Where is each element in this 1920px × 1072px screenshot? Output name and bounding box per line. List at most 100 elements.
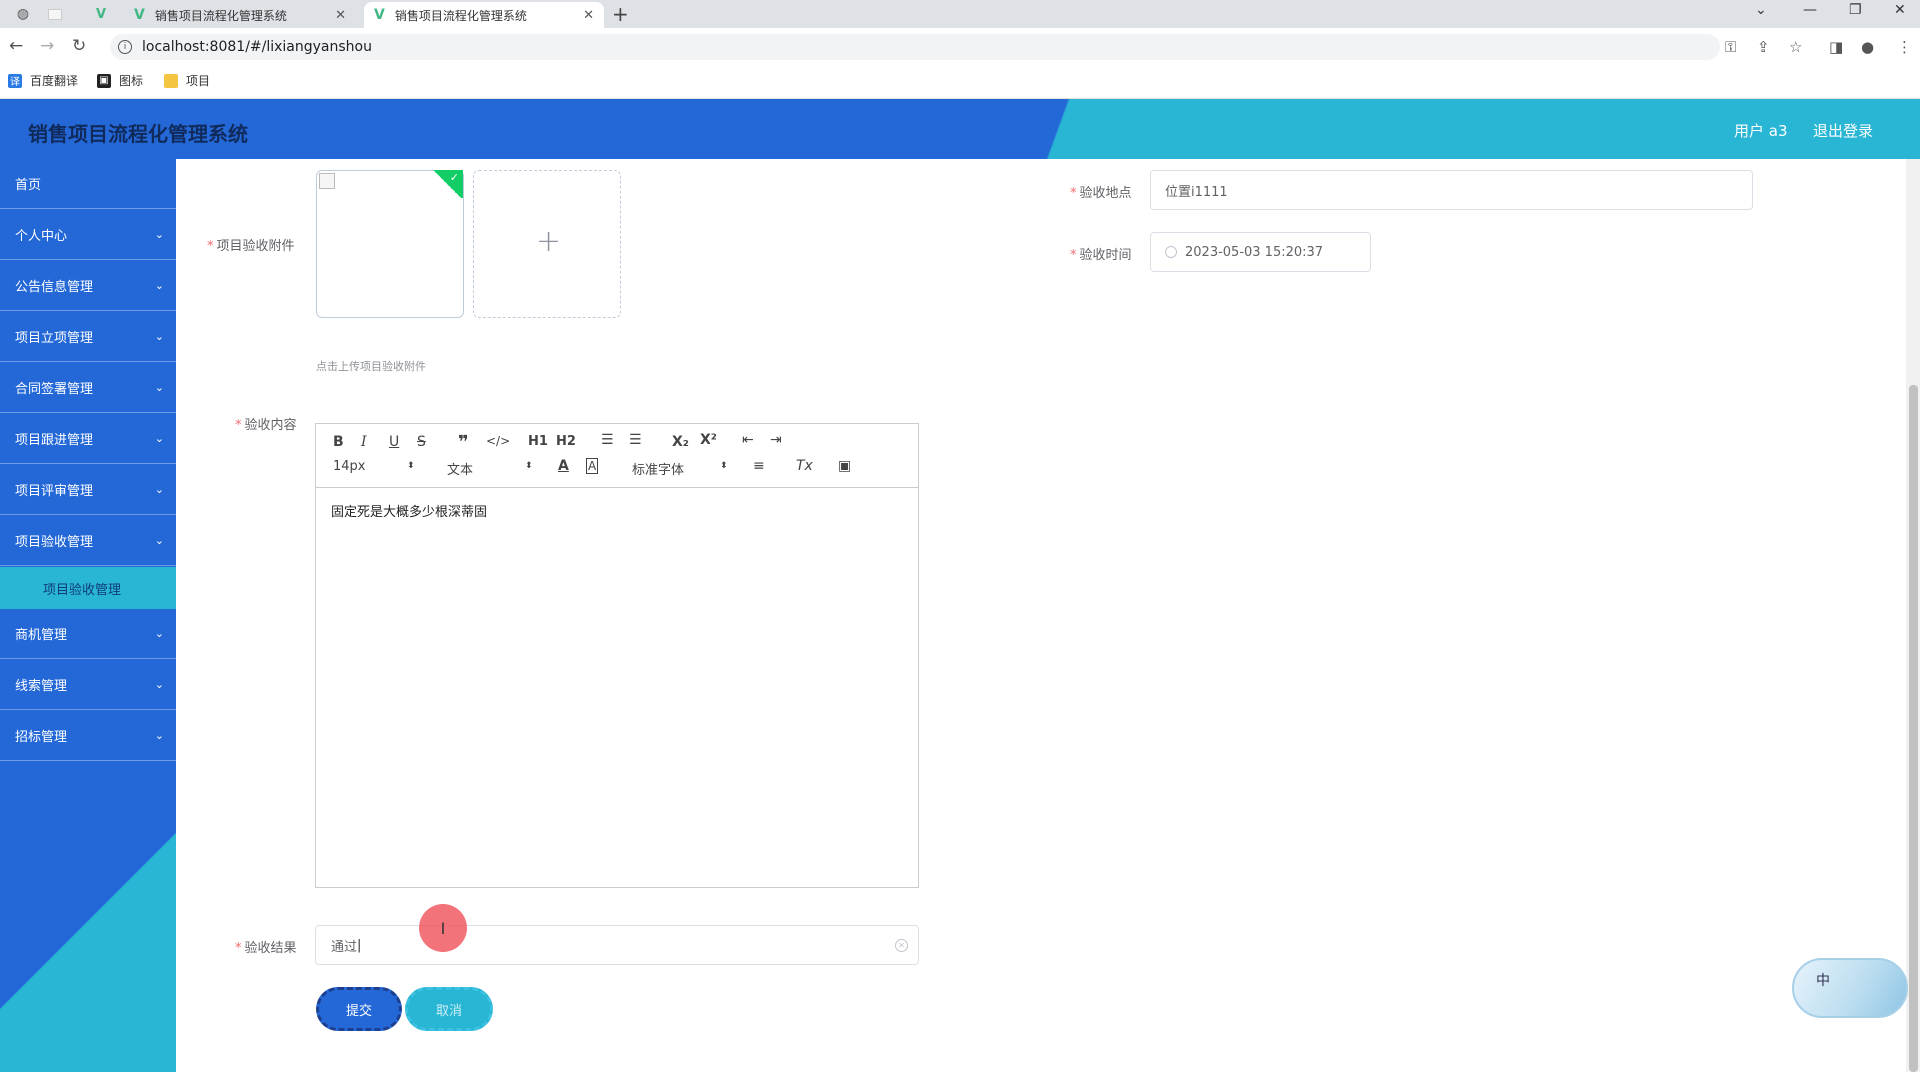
- result-input[interactable]: 通过 | ✕: [315, 925, 919, 965]
- image-insert-icon[interactable]: ▣: [838, 458, 851, 474]
- sidebar-item-opportunities[interactable]: 商机管理 ⌄: [0, 609, 176, 659]
- superscript-icon[interactable]: X²: [700, 432, 717, 448]
- ime-widget[interactable]: 中: [1792, 958, 1908, 1018]
- attachment-label-text: 项目验收附件: [216, 239, 295, 254]
- profile-icon[interactable]: ●: [1861, 38, 1874, 56]
- pinned-tab-globe[interactable]: ◍: [10, 2, 36, 26]
- indent-icon[interactable]: ⇥: [770, 432, 782, 448]
- background-color-icon[interactable]: A: [586, 458, 599, 474]
- forward-icon[interactable]: →: [40, 36, 54, 56]
- editor-content[interactable]: 固定死是大概多少根深蒂固: [331, 501, 487, 520]
- url-bar[interactable]: i localhost:8081/#/lixiangyanshou: [110, 34, 1720, 60]
- bold-icon[interactable]: B: [333, 434, 344, 450]
- restore-icon[interactable]: ❐: [1849, 2, 1862, 18]
- bookmark-project[interactable]: 项目: [164, 72, 210, 89]
- location-value: 位置i1111: [1165, 184, 1228, 200]
- heading-1-icon[interactable]: H1: [528, 434, 548, 449]
- bullet-list-icon[interactable]: ☰: [629, 432, 642, 448]
- text-cursor-icon: I: [440, 918, 446, 938]
- menu-icon[interactable]: ⋮: [1897, 38, 1912, 56]
- text-format-select[interactable]: 文本 ⬍: [447, 459, 533, 478]
- scrollbar-thumb[interactable]: [1909, 385, 1918, 1072]
- chevron-down-icon: ⌄: [154, 678, 164, 691]
- text-format-value: 文本: [447, 463, 474, 478]
- chevron-down-icon: ⌄: [154, 534, 164, 547]
- sidebar-subitem-acceptance[interactable]: 项目验收管理: [0, 567, 176, 609]
- sidebar-item-project-setup[interactable]: 项目立项管理 ⌄: [0, 312, 176, 362]
- chevron-down-icon: ⌄: [154, 330, 164, 343]
- clear-format-icon[interactable]: Tx: [796, 458, 813, 474]
- bookmark-baidu-translate[interactable]: 译 百度翻译: [8, 72, 78, 89]
- code-block-icon[interactable]: </>: [486, 434, 510, 448]
- location-input[interactable]: 位置i1111: [1150, 170, 1753, 210]
- broken-image-icon: [319, 173, 335, 189]
- close-icon[interactable]: ✕: [335, 8, 346, 23]
- underline-icon[interactable]: U: [389, 434, 399, 450]
- font-size-select[interactable]: 14px ⬍: [333, 459, 419, 474]
- check-icon: ✓: [449, 171, 459, 184]
- italic-icon[interactable]: I: [361, 434, 367, 450]
- chevron-down-icon: ⌄: [154, 627, 164, 640]
- sidebar-item-home[interactable]: 首页: [0, 159, 176, 209]
- rich-text-editor[interactable]: B I U S ❞ </> H1 H2 ☰ ☰ X₂ X² ⇤ ⇥ 14px ⬍ …: [315, 423, 919, 888]
- sidebar-item-followup[interactable]: 项目跟进管理 ⌄: [0, 414, 176, 464]
- tab-title: 销售项目流程化管理系统: [394, 8, 527, 23]
- sidebar-item-bidding[interactable]: 招标管理 ⌄: [0, 711, 176, 761]
- star-icon[interactable]: ☆: [1789, 38, 1802, 56]
- sidebar-item-acceptance[interactable]: 项目验收管理 ⌄: [0, 516, 176, 566]
- share-icon[interactable]: ⇪: [1757, 38, 1770, 56]
- logout-link[interactable]: 退出登录: [1813, 120, 1873, 141]
- location-label: * 验收地点: [1070, 182, 1132, 201]
- sidebar-item-contracts[interactable]: 合同签署管理 ⌄: [0, 363, 176, 413]
- sidebar-item-label: 公告信息管理: [15, 280, 94, 295]
- result-label: * 验收结果: [235, 937, 297, 956]
- tab-title: 销售项目流程化管理系统: [154, 8, 287, 23]
- font-family-select[interactable]: 标准字体 ⬍: [632, 459, 728, 478]
- sidebar-item-leads[interactable]: 线索管理 ⌄: [0, 660, 176, 710]
- close-icon[interactable]: ✕: [583, 8, 594, 23]
- clear-icon[interactable]: ✕: [895, 939, 908, 952]
- info-icon[interactable]: i: [118, 40, 132, 54]
- back-icon[interactable]: ←: [9, 36, 23, 56]
- vue-logo-icon: V: [374, 7, 385, 23]
- strikethrough-icon[interactable]: S: [417, 434, 426, 450]
- minimize-icon[interactable]: —: [1803, 2, 1817, 18]
- bookmarks-bar: [0, 66, 1920, 99]
- chevron-down-icon: ⌄: [154, 381, 164, 394]
- align-icon[interactable]: ≡: [753, 458, 765, 474]
- cancel-button[interactable]: 取消: [405, 987, 493, 1031]
- datetime-picker[interactable]: 2023-05-03 15:20:37: [1150, 232, 1371, 272]
- sidebar-item-notices[interactable]: 公告信息管理 ⌄: [0, 261, 176, 311]
- submit-button[interactable]: 提交: [316, 987, 402, 1031]
- bookmark-icons[interactable]: ▣ 图标: [97, 72, 143, 89]
- ordered-list-icon[interactable]: ☰: [601, 432, 614, 448]
- tab-search-icon[interactable]: ⌄: [1755, 2, 1767, 18]
- sidebar-item-personal-center[interactable]: 个人中心 ⌄: [0, 210, 176, 260]
- sidebar-item-label: 招标管理: [15, 730, 68, 745]
- reload-icon[interactable]: ↻: [72, 36, 86, 56]
- sidebar-item-review[interactable]: 项目评审管理 ⌄: [0, 465, 176, 515]
- blockquote-icon[interactable]: ❞: [458, 432, 469, 453]
- new-tab-button[interactable]: +: [612, 2, 629, 26]
- font-color-icon[interactable]: A: [558, 458, 569, 474]
- side-panel-icon[interactable]: ◨: [1829, 38, 1843, 56]
- chevron-down-icon: ⌄: [154, 228, 164, 241]
- subscript-icon[interactable]: X₂: [672, 434, 689, 450]
- sidebar-item-label: 项目验收管理: [15, 535, 94, 550]
- chevron-down-icon: ⌄: [154, 432, 164, 445]
- pinned-tab-blank[interactable]: [42, 2, 68, 26]
- browser-tab-2[interactable]: V 销售项目流程化管理系统 ✕: [364, 2, 604, 28]
- bookmark-label: 项目: [186, 74, 211, 88]
- key-icon[interactable]: ⚿: [1725, 38, 1736, 56]
- mouse-cursor-indicator: I: [419, 904, 467, 952]
- pinned-tab-vue[interactable]: V: [88, 2, 114, 26]
- vue-logo-icon: V: [134, 7, 145, 23]
- time-value: 2023-05-03 15:20:37: [1185, 244, 1324, 260]
- app-title: 销售项目流程化管理系统: [28, 122, 248, 146]
- required-mark: *: [235, 418, 242, 433]
- outdent-icon[interactable]: ⇤: [742, 432, 754, 448]
- sidebar-item-label: 个人中心: [15, 229, 68, 244]
- heading-2-icon[interactable]: H2: [556, 434, 576, 449]
- browser-tab-1[interactable]: V 销售项目流程化管理系统 ✕: [124, 2, 356, 28]
- close-window-icon[interactable]: ✕: [1894, 2, 1906, 18]
